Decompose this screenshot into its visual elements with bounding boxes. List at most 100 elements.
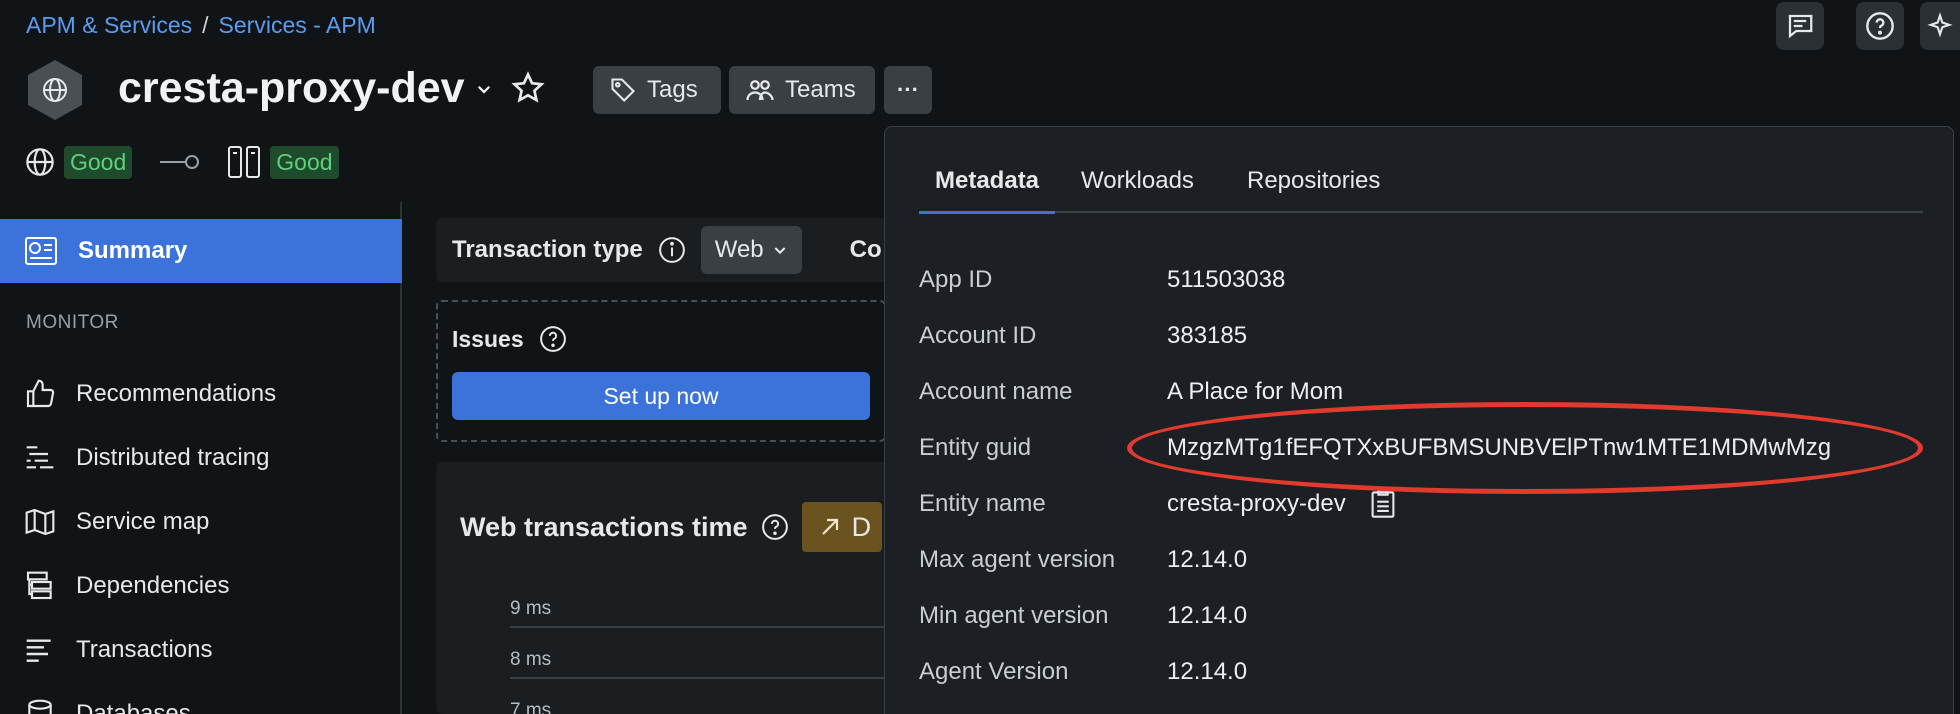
metadata-key: App ID	[919, 266, 993, 293]
tags-button[interactable]: Tags	[593, 66, 721, 114]
web-transactions-chart: Web transactions time D 9 ms 8 ms 7 ms	[436, 462, 896, 714]
metadata-value[interactable]: 12.14.0	[1167, 658, 1247, 686]
sparkle-icon	[1927, 12, 1953, 38]
metadata-value[interactable]: 383185	[1167, 322, 1247, 350]
transaction-type-value: Web	[714, 236, 764, 263]
tab-repositories[interactable]: Repositories	[1231, 167, 1396, 213]
transaction-type-label: Transaction type	[452, 236, 643, 263]
teams-button[interactable]: Teams	[729, 66, 875, 114]
metadata-key: Entity name	[919, 490, 1046, 517]
service-health-badge: Good	[64, 145, 133, 179]
metadata-row-account-id: Account ID 383185	[919, 316, 1919, 356]
ai-assistant-button[interactable]	[1920, 2, 1960, 50]
thumbs-up-icon	[26, 379, 55, 408]
entity-type-icon	[28, 60, 82, 120]
summary-icon	[25, 237, 57, 265]
entity-title-text: cresta-proxy-dev	[118, 64, 465, 112]
transaction-type-bar: Transaction type Web Co	[436, 218, 896, 282]
infrastructure-icon	[228, 146, 261, 178]
info-icon[interactable]	[657, 235, 687, 265]
issues-title: Issues	[452, 325, 524, 352]
metadata-key: Agent Version	[919, 658, 1069, 685]
chart-action-button[interactable]: D	[801, 502, 882, 552]
metadata-row-app-id: App ID 511503038	[919, 260, 1919, 300]
metadata-row-min-agent-version: Min agent version 12.14.0	[919, 596, 1919, 636]
dependencies-icon	[26, 571, 52, 600]
metadata-value[interactable]: cresta-proxy-dev	[1167, 490, 1346, 518]
tab-workloads[interactable]: Workloads	[1065, 167, 1210, 213]
feedback-button[interactable]	[1776, 2, 1824, 50]
teams-icon	[746, 80, 774, 101]
entity-metadata-popover: Metadata Workloads Repositories App ID 5…	[884, 126, 1954, 714]
popover-tabs: Metadata Workloads Repositories	[919, 167, 1923, 214]
tracing-icon	[26, 446, 54, 469]
tags-label: Tags	[647, 76, 698, 103]
arrow-up-right-icon	[821, 518, 838, 535]
sidebar-item-label: Service map	[76, 508, 210, 535]
metadata-value[interactable]: A Place for Mom	[1167, 378, 1343, 406]
metadata-value[interactable]: 12.14.0	[1167, 546, 1247, 574]
copy-icon[interactable]	[1370, 489, 1396, 519]
metadata-key: Account ID	[919, 322, 1037, 349]
infra-health-badge: Good	[270, 145, 339, 179]
health-status-row: Good Good	[24, 145, 339, 179]
transactions-icon	[26, 639, 51, 662]
breadcrumb: APM & Services / Services - APM	[26, 12, 376, 39]
metadata-row-agent-version: Agent Version 12.14.0	[919, 652, 1919, 692]
issues-card: Issues Set up now	[436, 300, 886, 442]
chevron-down-icon	[477, 85, 490, 94]
red-highlight-annotation	[1127, 402, 1923, 494]
sidebar-item-label: Transactions	[76, 636, 213, 663]
more-actions-button[interactable]: ···	[884, 66, 932, 114]
sidebar-item-label: Recommendations	[76, 380, 277, 407]
transaction-type-select[interactable]: Web	[700, 226, 802, 274]
breadcrumb-separator: /	[202, 12, 209, 38]
chart-title: Web transactions time	[460, 511, 748, 542]
sidebar-item-transactions[interactable]: Transactions	[0, 618, 402, 682]
y-tick-label: 9 ms	[510, 598, 552, 619]
metadata-value-wrapper: cresta-proxy-dev	[1167, 489, 1396, 519]
more-icon: ···	[897, 77, 919, 102]
help-icon	[1866, 12, 1894, 40]
entity-title[interactable]: cresta-proxy-dev	[118, 64, 493, 113]
tag-icon	[611, 78, 635, 102]
map-icon	[25, 508, 55, 536]
breadcrumb-parent-link[interactable]: APM & Services	[26, 12, 192, 39]
sidebar-item-recommendations[interactable]: Recommendations	[0, 362, 402, 426]
help-button[interactable]	[1856, 2, 1904, 50]
metadata-key: Max agent version	[919, 546, 1116, 573]
tab-metadata[interactable]: Metadata	[919, 167, 1056, 214]
sidebar-section-monitor: MONITOR	[26, 312, 119, 333]
sidebar-item-service-map[interactable]: Service map	[0, 490, 402, 554]
sidebar-item-dependencies[interactable]: Dependencies	[0, 554, 402, 618]
metadata-value[interactable]: 12.14.0	[1167, 602, 1247, 630]
chevron-down-icon	[774, 247, 786, 255]
metadata-key: Min agent version	[919, 602, 1109, 629]
sidebar-item-label: Distributed tracing	[76, 444, 270, 471]
help-icon[interactable]	[760, 512, 790, 542]
chart-action-label: D	[851, 511, 872, 542]
metadata-key: Account name	[919, 378, 1073, 405]
breadcrumb-current-link[interactable]: Services - APM	[219, 12, 376, 39]
sidebar-item-label: Databases	[76, 700, 191, 714]
sidebar-item-databases[interactable]: Databases	[0, 682, 402, 714]
set-up-now-button[interactable]: Set up now	[452, 372, 870, 420]
favorite-star-icon[interactable]	[510, 70, 546, 106]
metadata-row-max-agent-version: Max agent version 12.14.0	[919, 540, 1919, 580]
globe-icon	[26, 148, 54, 176]
connector-icon	[160, 155, 200, 169]
truncated-control-label: Co	[849, 236, 882, 263]
database-icon	[28, 699, 52, 714]
metadata-value[interactable]: 511503038	[1167, 266, 1285, 294]
gridline	[510, 626, 890, 628]
help-icon[interactable]	[538, 324, 568, 354]
sidebar-item-label: Dependencies	[76, 572, 230, 599]
sidebar-item-distributed-tracing[interactable]: Distributed tracing	[0, 426, 402, 490]
gridline	[510, 677, 890, 679]
y-tick-label: 8 ms	[510, 649, 552, 670]
sidebar-item-label: Summary	[78, 237, 188, 264]
sidebar-item-summary[interactable]: Summary	[0, 219, 402, 283]
feedback-icon	[1788, 14, 1813, 39]
y-tick-label: 7 ms	[510, 700, 552, 714]
sidebar-nav: Summary MONITOR Recommendations Distribu…	[0, 202, 402, 714]
